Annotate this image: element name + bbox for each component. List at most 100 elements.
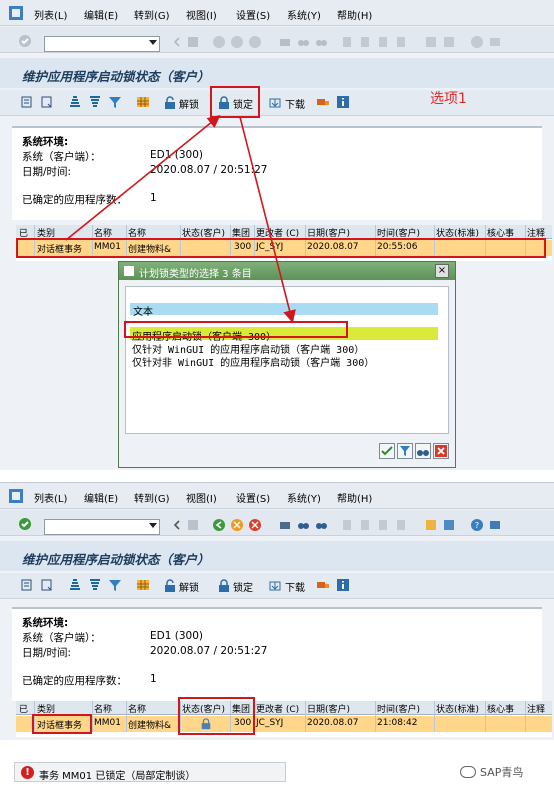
chevron-left-icon [173, 37, 180, 47]
chevron-down-icon[interactable] [149, 40, 157, 45]
unlock-button[interactable]: 解锁 [164, 578, 199, 594]
print-icon[interactable] [278, 35, 292, 49]
first-page-icon[interactable] [340, 35, 354, 49]
find-icon[interactable] [296, 518, 310, 532]
layout-grid-icon[interactable] [136, 578, 150, 592]
details-icon[interactable] [20, 95, 34, 109]
sort-descending-icon[interactable] [88, 95, 102, 109]
save-icon[interactable] [186, 518, 200, 532]
menu-edit[interactable]: 编辑(E) [84, 490, 118, 505]
menu-list[interactable]: 列表(L) [34, 7, 67, 22]
menu-list[interactable]: 列表(L) [34, 490, 67, 505]
col-header-mark[interactable]: 已 [19, 702, 28, 715]
print-icon[interactable] [278, 518, 292, 532]
cell-date: 2020.08.07 [307, 718, 359, 728]
download-button[interactable]: 下载 [268, 578, 305, 594]
sort-ascending-icon[interactable] [68, 95, 82, 109]
find-icon[interactable] [296, 35, 310, 49]
details-icon[interactable] [20, 578, 34, 592]
find-button[interactable] [415, 443, 431, 459]
menu-system[interactable]: 系统(Y) [287, 7, 321, 22]
cancel-icon[interactable] [248, 35, 262, 49]
col-header-core[interactable]: 核心事 [487, 702, 514, 715]
command-field[interactable] [44, 519, 160, 535]
find-next-icon[interactable] [314, 518, 328, 532]
cancel-button[interactable] [433, 443, 449, 459]
filter-icon[interactable] [108, 578, 122, 592]
info-icon[interactable] [336, 95, 350, 109]
back-icon[interactable] [212, 35, 226, 49]
last-page-icon[interactable] [394, 518, 408, 532]
next-page-icon[interactable] [376, 35, 390, 49]
dialog-icon [124, 266, 134, 276]
sap-window-icon[interactable] [8, 5, 24, 21]
sap-window-icon[interactable] [8, 488, 24, 504]
layout-icon[interactable] [488, 35, 502, 49]
enter-icon[interactable] [18, 517, 32, 531]
col-header-code[interactable]: 名称 [94, 702, 112, 715]
standard-toolbar: ? [0, 510, 554, 536]
menu-edit[interactable]: 编辑(E) [84, 7, 118, 22]
unlock-button[interactable]: 解锁 [164, 95, 199, 111]
unlock-label: 解锁 [179, 582, 199, 594]
exit-icon[interactable] [230, 518, 244, 532]
filter-button[interactable] [397, 443, 413, 459]
chevron-down-icon[interactable] [149, 523, 157, 528]
enter-icon[interactable] [18, 34, 32, 48]
filter-icon[interactable] [108, 95, 122, 109]
col-header-date[interactable]: 日期(客户) [307, 702, 350, 715]
download-button[interactable]: 下载 [268, 95, 305, 111]
confirm-button[interactable] [379, 443, 395, 459]
datetime-value: 2020.08.07 / 20:51:27 [150, 645, 268, 657]
system-info-panel: 系统环境: 系统（客户端）： ED1 (300) 日期/时间: 2020.08.… [12, 607, 542, 701]
list-header: 文本 [130, 303, 438, 318]
table-row[interactable]: 对话框事务 MM01 创建物料& 300 JC_SYJ 2020.08.07 2… [16, 716, 552, 732]
truck-icon[interactable] [316, 578, 330, 592]
close-button[interactable]: × [435, 264, 449, 278]
command-field[interactable] [44, 36, 160, 52]
sort-descending-icon[interactable] [88, 578, 102, 592]
menu-view[interactable]: 视图(I) [186, 490, 217, 505]
cell-changed-by: JC_SYJ [256, 718, 284, 728]
find-next-icon[interactable] [314, 35, 328, 49]
save-icon[interactable] [186, 35, 200, 49]
shortcut-icon[interactable] [442, 35, 456, 49]
menu-goto[interactable]: 转到(G) [134, 490, 170, 505]
menu-system[interactable]: 系统(Y) [287, 490, 321, 505]
layout-grid-icon[interactable] [136, 95, 150, 109]
sap-window-bottom: 列表(L) 编辑(E) 转到(G) 视图(I) 设置(S) 系统(Y) 帮助(H… [0, 482, 554, 740]
menu-help[interactable]: 帮助(H) [337, 490, 372, 505]
lock-button[interactable]: 锁定 [218, 578, 253, 594]
shortcut-icon[interactable] [442, 518, 456, 532]
filter-icon [400, 446, 410, 456]
back-icon[interactable] [212, 518, 226, 532]
truck-icon[interactable] [316, 95, 330, 109]
first-page-icon[interactable] [340, 518, 354, 532]
menu-settings[interactable]: 设置(S) [236, 490, 270, 505]
refresh-icon[interactable] [40, 578, 54, 592]
col-header-note[interactable]: 注释 [527, 702, 545, 715]
new-session-icon[interactable] [424, 35, 438, 49]
col-header-name[interactable]: 名称 [128, 702, 146, 715]
prev-page-icon[interactable] [358, 35, 372, 49]
exit-icon[interactable] [230, 35, 244, 49]
new-session-icon[interactable] [424, 518, 438, 532]
menu-view[interactable]: 视图(I) [186, 7, 217, 22]
menu-goto[interactable]: 转到(G) [134, 7, 170, 22]
prev-page-icon[interactable] [358, 518, 372, 532]
layout-icon[interactable] [488, 518, 502, 532]
sort-ascending-icon[interactable] [68, 578, 82, 592]
next-page-icon[interactable] [376, 518, 390, 532]
col-header-time[interactable]: 时间(客户) [377, 702, 420, 715]
menu-help[interactable]: 帮助(H) [337, 7, 372, 22]
col-header-std-status[interactable]: 状态(标准) [436, 702, 479, 715]
list-item[interactable]: 仅针对非 WinGUI 的应用程序启动锁（客户端 300） [132, 354, 374, 369]
menu-settings[interactable]: 设置(S) [236, 7, 270, 22]
info-icon[interactable] [336, 578, 350, 592]
col-header-changed-by[interactable]: 更改者 (C) [256, 702, 299, 715]
help-icon[interactable]: ? [470, 518, 484, 532]
cancel-icon[interactable] [248, 518, 262, 532]
refresh-icon[interactable] [40, 95, 54, 109]
last-page-icon[interactable] [394, 35, 408, 49]
help-icon[interactable] [470, 35, 484, 49]
